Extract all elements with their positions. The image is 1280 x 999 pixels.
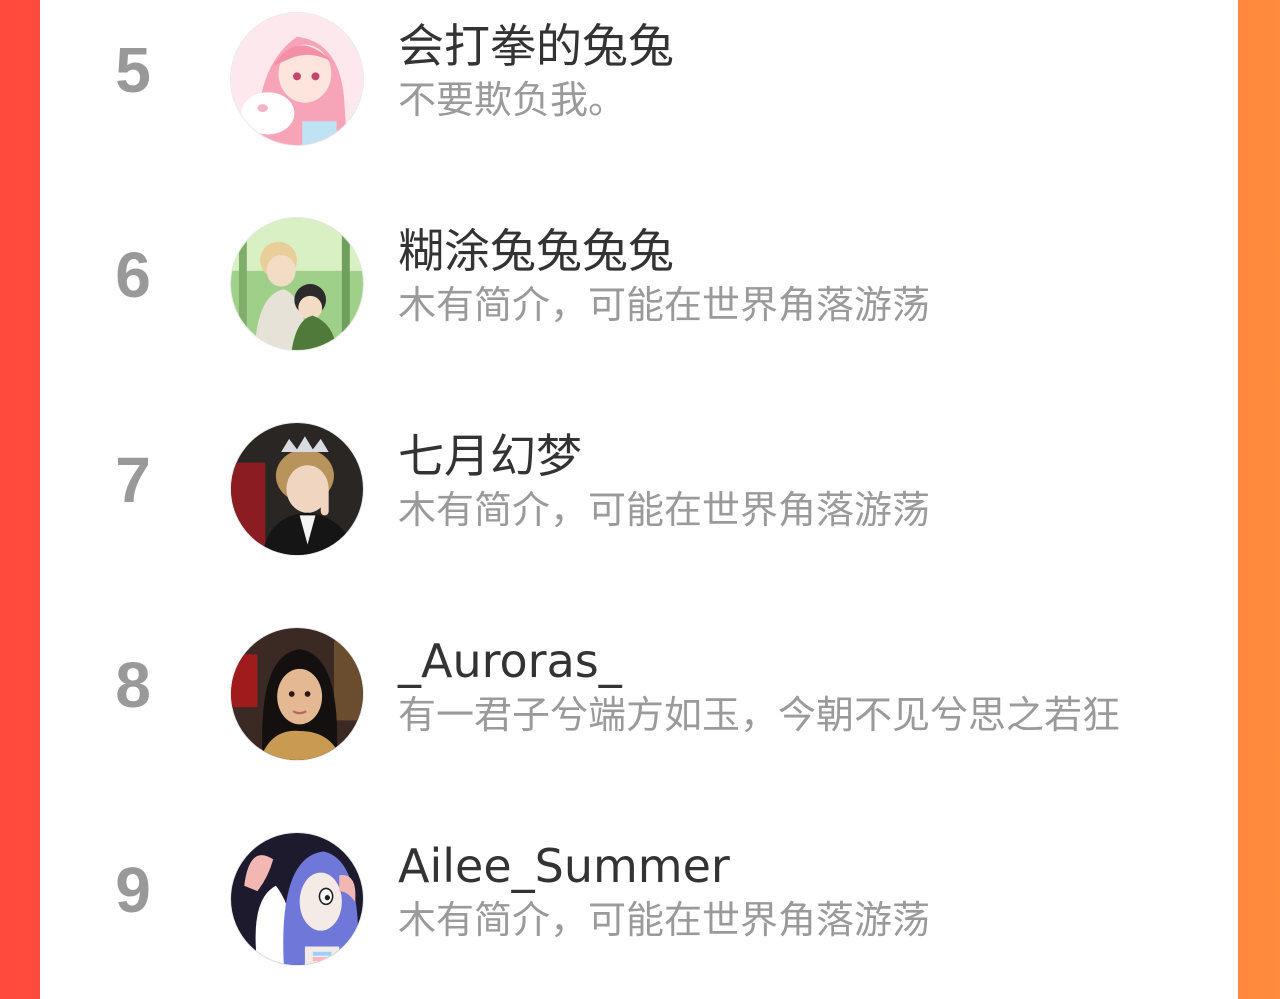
rank-number: 9 — [115, 854, 151, 926]
user-bio: 木有简介，可能在世界角落游荡 — [398, 898, 931, 942]
list-item[interactable]: 7 七月幻梦 木有简介，可能在世界角落游荡 — [40, 410, 1238, 556]
user-name[interactable]: 糊涂兔兔兔兔 — [398, 223, 674, 279]
rank-number: 8 — [115, 649, 151, 721]
rank-number: 7 — [115, 444, 151, 516]
user-name[interactable]: 会打拳的兔兔 — [398, 18, 674, 74]
rank-number: 6 — [115, 239, 151, 311]
list-item[interactable]: 6 糊涂兔兔兔兔 木有简介，可能在世界角落游荡 — [40, 205, 1238, 351]
girl-portrait-avatar[interactable] — [230, 627, 364, 761]
user-bio: 有一君子兮端方如玉，今朝不见兮思之若狂 — [398, 693, 1121, 737]
user-bio: 木有简介，可能在世界角落游荡 — [398, 488, 931, 532]
pink-hair-anime-girl-avatar[interactable] — [230, 12, 364, 146]
rank-number: 5 — [115, 34, 151, 106]
list-item[interactable]: 5 会打拳的兔兔 不要欺负我。 — [40, 0, 1238, 146]
blue-hair-cartoon-avatar[interactable] — [230, 832, 364, 966]
user-name[interactable]: 七月幻梦 — [398, 428, 582, 484]
forest-anime-couple-avatar[interactable] — [230, 217, 364, 351]
user-bio: 木有简介，可能在世界角落游荡 — [398, 283, 931, 327]
user-name[interactable]: _Auroras_ — [398, 633, 622, 689]
user-name[interactable]: Ailee_Summer — [398, 838, 730, 894]
crowned-boy-avatar[interactable] — [230, 422, 364, 556]
list-item[interactable]: 9 Ailee_Summer 木有简介，可能在世界角落游荡 — [40, 820, 1238, 966]
list-item[interactable]: 8 _Auroras_ 有一君子兮端方如玉，今朝不见兮思之若狂 — [40, 615, 1238, 761]
user-bio: 不要欺负我。 — [398, 78, 627, 122]
ranking-panel: 5 会打拳的兔兔 不要欺负我。 6 糊涂兔兔兔兔 木有简介，可能在世界角落游荡 … — [40, 0, 1238, 999]
